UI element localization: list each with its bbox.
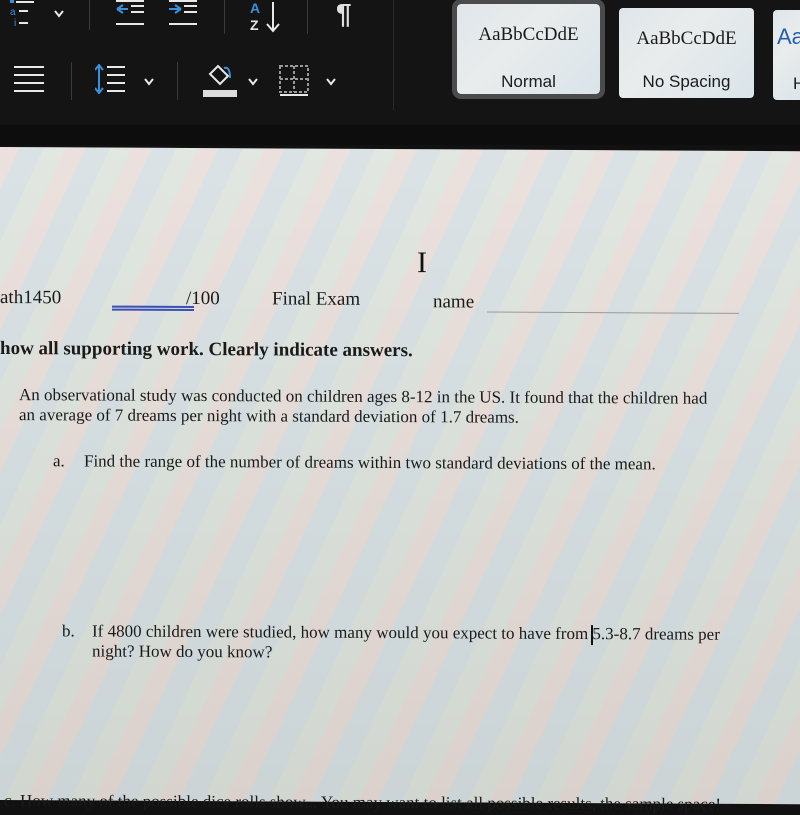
multilevel-list-icon[interactable]: a i <box>10 0 36 28</box>
shading-bucket-icon[interactable] <box>202 62 238 100</box>
divider <box>71 62 72 100</box>
style-name: No Spacing <box>642 72 731 91</box>
name-label: name <box>433 291 475 313</box>
style-sample: AaBbCcDdE <box>636 28 737 49</box>
question-stem-line2: an average of 7 dreams per night with a … <box>19 405 519 427</box>
divider <box>307 0 308 34</box>
score-blank[interactable] <box>112 305 194 312</box>
style-no-spacing[interactable]: AaBbCcDdE No Spacing <box>619 8 754 98</box>
style-name: H <box>793 74 800 93</box>
style-sample: Aa <box>777 24 800 49</box>
borders-icon[interactable] <box>278 64 312 98</box>
show-formatting-pilcrow-icon[interactable]: ¶ <box>336 0 352 30</box>
score-total: /100 <box>186 287 220 310</box>
part-a-label: a. <box>53 451 65 471</box>
svg-text:a: a <box>10 7 16 18</box>
style-heading[interactable]: Aa H <box>773 10 800 100</box>
ribbon-toolbar: a i A Z ¶ AaBbCcDdE Normal AaBbCcDdE No … <box>0 0 800 125</box>
divider <box>89 0 90 30</box>
course-code: ath1450 <box>0 287 62 309</box>
chevron-down-icon[interactable] <box>326 78 336 86</box>
decrease-indent-icon[interactable] <box>114 0 146 28</box>
svg-text:Z: Z <box>250 17 259 33</box>
document-page[interactable]: I ath1450 /100 Final Exam name how all s… <box>0 147 800 814</box>
part-b-line2: night? How do you know? <box>92 641 273 662</box>
justify-icon[interactable] <box>14 64 46 94</box>
style-sample: AaBbCcDdE <box>478 24 579 45</box>
style-normal[interactable]: AaBbCcDdE Normal <box>452 0 605 99</box>
exam-title: Final Exam <box>272 288 361 310</box>
instructions: how all supporting work. Clearly indicat… <box>0 338 413 362</box>
divider <box>177 62 178 100</box>
svg-text:i: i <box>14 18 16 28</box>
text-cursor-ibeam-icon: I <box>417 246 427 280</box>
next-question-partial: c. How many of the possible dice rolls s… <box>4 791 722 814</box>
chevron-down-icon[interactable] <box>144 78 154 86</box>
ribbon-divider <box>0 125 800 145</box>
increase-indent-icon[interactable] <box>167 0 199 28</box>
part-b-label: b. <box>62 621 75 641</box>
chevron-down-icon[interactable] <box>248 78 258 86</box>
name-field[interactable] <box>487 311 739 314</box>
line-spacing-icon[interactable] <box>95 64 129 94</box>
divider <box>224 0 225 34</box>
text-insertion-caret <box>591 625 593 646</box>
part-a-text: Find the range of the number of dreams w… <box>84 451 656 474</box>
svg-text:A: A <box>250 0 260 16</box>
divider <box>393 0 394 110</box>
sort-az-icon[interactable]: A Z <box>248 0 284 34</box>
style-name: Normal <box>501 72 556 91</box>
chevron-down-icon[interactable] <box>54 10 64 18</box>
